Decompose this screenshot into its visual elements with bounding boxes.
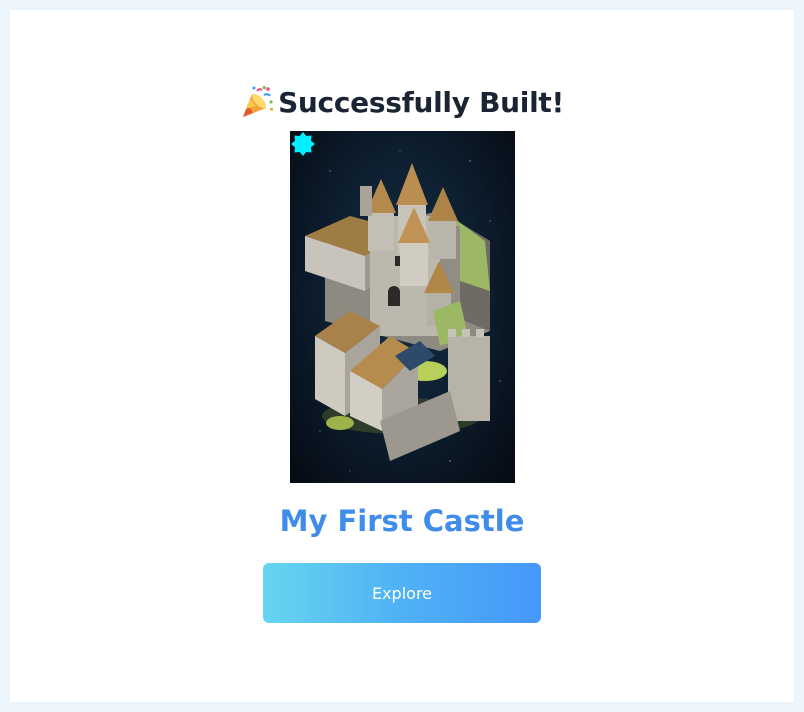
success-dialog: Successfully Built! My First Castle Expl… [10,10,794,702]
explore-button[interactable]: Explore [263,563,541,623]
dialog-title: Successfully Built! [278,85,564,119]
castle-name: My First Castle [279,504,525,538]
dialog-header: Successfully Built! [10,80,794,124]
party-popper-icon [240,85,274,119]
castle-image [290,131,515,483]
cyan-star-badge-icon [290,131,318,159]
